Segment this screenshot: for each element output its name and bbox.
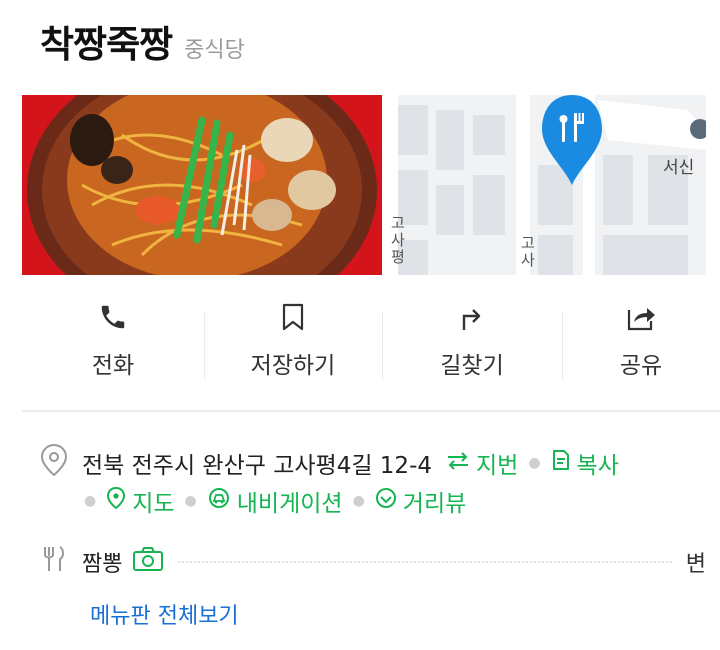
map-link[interactable]: 지도 — [106, 484, 175, 518]
fork-knife-icon — [40, 545, 68, 579]
jibun-button[interactable]: 지번 — [446, 446, 518, 480]
place-header: 착짱죽짱 중식당 — [40, 14, 245, 68]
share-label: 공유 — [619, 353, 663, 379]
map-label-seosin: 서신 — [663, 158, 695, 178]
save-label: 저장하기 — [250, 353, 336, 379]
streetview-label: 거리뷰 — [402, 491, 467, 517]
car-icon — [207, 487, 231, 515]
dotted-leader — [178, 561, 672, 563]
directions-label: 길찾기 — [440, 353, 504, 379]
address-links-row: ● 지도 ● 내비게이션 ● 거리뷰 — [84, 484, 466, 518]
call-label: 전화 — [91, 353, 135, 379]
restaurant-photo[interactable] — [22, 95, 382, 275]
bookmark-icon — [280, 300, 306, 334]
action-bar: 전화 저장하기 길찾기 공유 — [22, 300, 720, 385]
address-text: 전북 전주시 완산구 고사평4길 12-4 — [82, 453, 432, 479]
save-button[interactable]: 저장하기 — [204, 300, 382, 385]
navigation-link[interactable]: 내비게이션 — [207, 484, 343, 518]
copy-button[interactable]: 복사 — [551, 446, 619, 480]
place-category: 중식당 — [184, 38, 245, 63]
separator-dot: ● — [84, 493, 97, 509]
share-button[interactable]: 공유 — [562, 300, 720, 385]
divider — [204, 312, 205, 380]
phone-icon — [98, 300, 128, 334]
directions-icon — [458, 300, 486, 334]
call-button[interactable]: 전화 — [22, 300, 204, 385]
map-link-label: 지도 — [132, 491, 175, 517]
copy-icon — [551, 449, 571, 477]
divider — [382, 312, 383, 380]
location-pin-icon — [40, 443, 68, 483]
separator-dot: ● — [528, 455, 541, 471]
swap-icon — [446, 450, 470, 476]
copy-label: 복사 — [576, 453, 619, 479]
menu-item-name: 짬뽕 — [82, 552, 123, 577]
divider — [562, 312, 563, 380]
streetview-icon — [375, 487, 397, 515]
view-full-menu-link[interactable]: 메뉴판 전체보기 — [90, 598, 239, 630]
directions-button[interactable]: 길찾기 — [382, 300, 562, 385]
share-icon — [625, 300, 657, 334]
separator-dot: ● — [184, 493, 197, 509]
map-pin-icon — [106, 486, 126, 516]
address-row: 전북 전주시 완산구 고사평4길 12-4 지번 ● 복사 — [40, 443, 619, 483]
streetview-link[interactable]: 거리뷰 — [375, 484, 466, 518]
location-map[interactable]: 서신 고사평 고사 — [388, 95, 706, 275]
separator-dot: ● — [352, 493, 365, 509]
map-label-gosa: 고사 — [521, 234, 535, 269]
navigation-label: 내비게이션 — [236, 491, 343, 517]
section-divider — [22, 410, 720, 412]
menu-item-price: 변 — [685, 552, 706, 577]
camera-icon[interactable] — [132, 546, 164, 578]
map-label-gosapyeong: 고사평 — [391, 214, 405, 266]
menu-row: 짬뽕 변 — [40, 545, 720, 579]
place-name: 착짱죽짱 — [40, 23, 173, 66]
jibun-label: 지번 — [476, 453, 519, 479]
